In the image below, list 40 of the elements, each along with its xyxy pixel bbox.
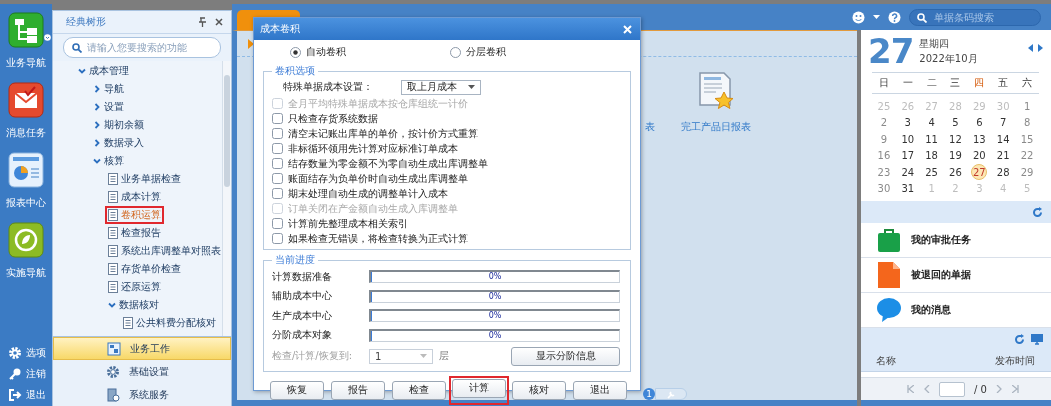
radio-label: 自动卷积 [306, 45, 346, 59]
weekday-header: 日 [877, 76, 890, 90]
weekday-label: 星期四 [919, 37, 951, 51]
checkbox-label: 订单关闭在产金额自动生成入库调整单 [288, 201, 458, 216]
column-header: 名称 [876, 353, 896, 368]
group-title: 当前进度 [274, 253, 316, 267]
month-label: 2022年10月 [919, 52, 979, 66]
progress-label: 辅助成本中心 [272, 289, 333, 304]
weekday-header: 二 [925, 76, 938, 90]
page-total: / 0 [974, 383, 987, 395]
progress-reading: 0% [487, 329, 503, 342]
checkbox-label: 如果检查无错误，将检查转换为正式计算 [288, 231, 468, 246]
progress-label: 计算数据准备 [272, 269, 333, 284]
progress-reading: 0% [487, 310, 503, 323]
panel-title: 经典树形 [66, 15, 107, 29]
checkbox-label: 结存数量为零金额不为零自动生成出库调整单 [288, 156, 488, 171]
checkbox-label: 账面结存为负单价时自动生成出库调整单 [288, 171, 468, 186]
weekday-header: 四 [973, 76, 986, 90]
checkbox-label: 只检查存货系统数据 [288, 111, 378, 126]
weekday-header: 一 [901, 76, 914, 90]
radio-label: 分层卷积 [466, 45, 506, 59]
progress-label: 生产成本中心 [272, 308, 333, 323]
calendar-date: 27 [868, 35, 914, 67]
field-label: 检查/计算/恢复到: [272, 349, 354, 363]
dialog-title: 成本卷积 [260, 22, 300, 36]
weekday-header: 六 [1021, 76, 1034, 90]
unit-label: 层 [439, 349, 450, 363]
field-label: 特殊单据成本设置： [283, 80, 374, 94]
progress-label: 分阶成本对象 [272, 328, 333, 343]
checkbox-label: 非标循环领用先计算对应标准订单成本 [288, 141, 458, 156]
weekday-header: 五 [997, 76, 1010, 90]
group-title: 卷积选项 [274, 64, 316, 78]
column-header: 发布时间 [995, 353, 1035, 368]
progress-reading: 0% [487, 271, 503, 284]
checkbox-label: 清空未记账出库单的单价，按计价方式重算 [288, 126, 478, 141]
checkbox-label: 全月平均特殊单据成本按仓库组统一计价 [288, 96, 468, 111]
progress-reading: 0% [487, 290, 503, 303]
weekday-header: 三 [949, 76, 962, 90]
checkbox-label: 期末处理自动生成的调整单计入成本 [288, 186, 448, 201]
checkbox-label: 计算前先整理成本相关索引 [288, 216, 408, 231]
